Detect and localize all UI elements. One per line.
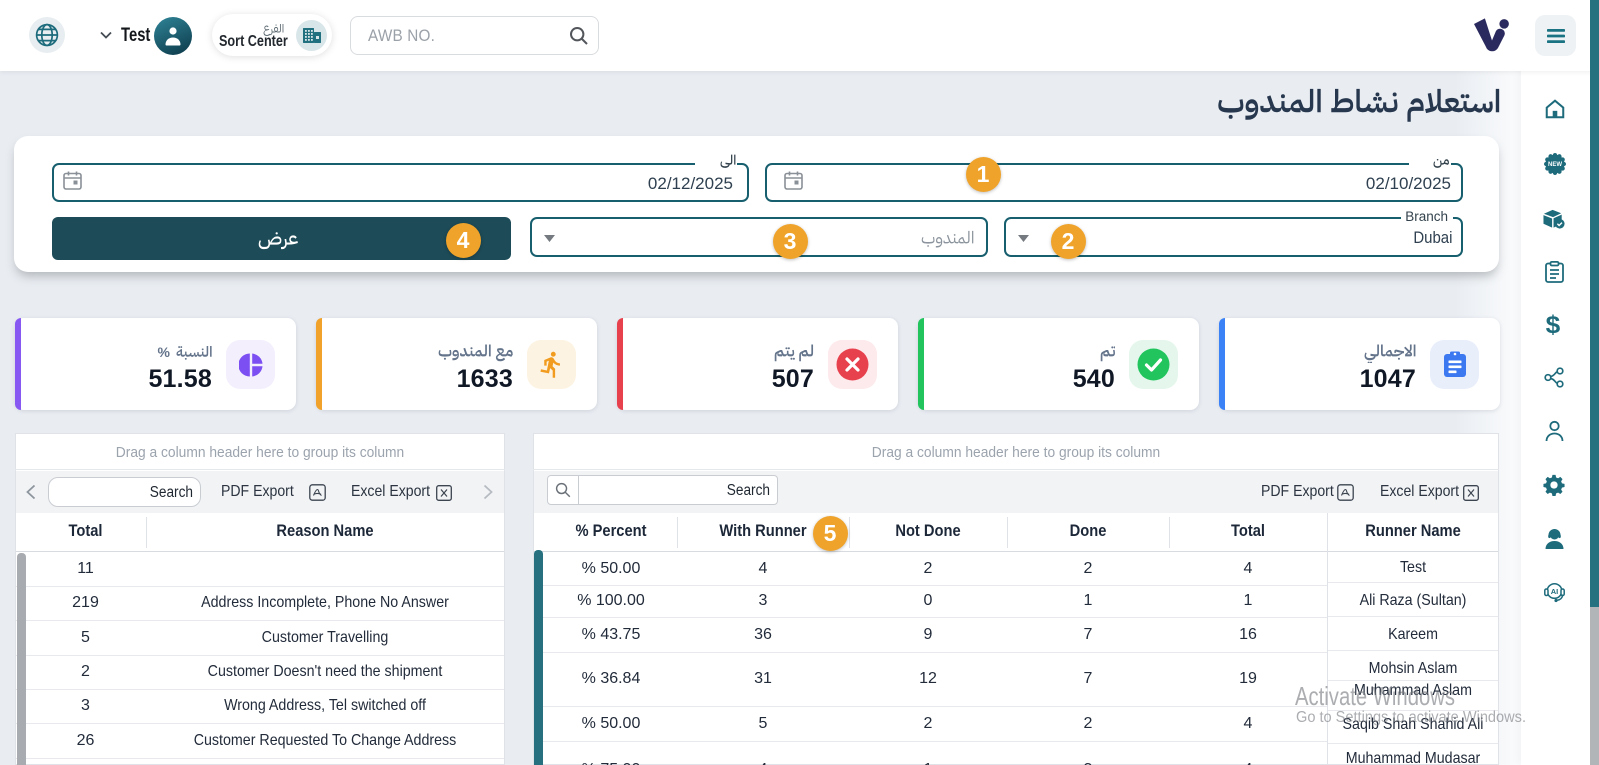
- svg-text:NEW: NEW: [1548, 162, 1562, 168]
- svg-text:AI: AI: [1551, 587, 1559, 596]
